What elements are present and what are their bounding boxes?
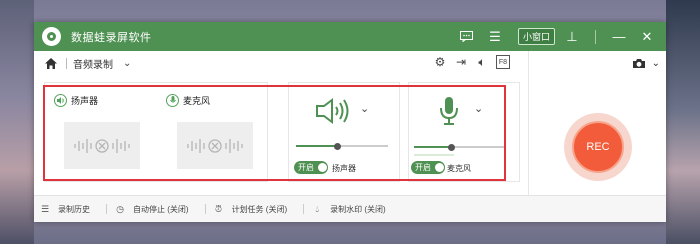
speaker-tool-icon[interactable]: 🔈︎ — [475, 55, 489, 69]
tool-icons: ⚙ ⇥ 🔈︎ F8 — [433, 55, 510, 69]
hotkey-box-icon[interactable]: F8 — [496, 55, 510, 69]
scheduled-task-label: 计划任务 (关闭) — [231, 204, 288, 214]
pin-icon[interactable]: ⊥ — [561, 27, 583, 47]
status-divider — [303, 204, 305, 214]
mic-small-icon — [166, 94, 179, 107]
mic-toggle[interactable]: 开启 — [411, 161, 445, 174]
auto-stop-label: 自动停止 (关闭) — [133, 204, 189, 214]
camera-chevron-icon[interactable]: ⌄ — [652, 58, 660, 69]
title-bar: 数据蛙录屏软件 ☰ 小窗口 ⊥ — ✕ — [34, 22, 666, 51]
alarm-clock-icon: ⏰︎ — [215, 203, 223, 214]
desktop-background-left — [0, 0, 34, 244]
toggle-knob — [318, 163, 327, 172]
mic-level-meter — [414, 154, 454, 156]
speaker-toggle-label: 开启 — [298, 163, 314, 172]
mic-toggle-caption: 麦克风 — [447, 164, 471, 173]
status-divider — [204, 204, 206, 214]
clock-icon: ◷ — [116, 203, 124, 214]
speaker-volume-fill — [296, 145, 338, 147]
speaker-device[interactable]: 扬声器 — [54, 94, 98, 107]
export-icon[interactable]: ⇥ — [454, 55, 468, 69]
mic-device-label: 麦克风 — [183, 96, 211, 106]
feedback-icon[interactable] — [456, 27, 478, 47]
status-bar: ☰ 录制历史 ◷ 自动停止 (关闭) ⏰︎ 计划任务 (关闭) 💧︎ 录制水印 … — [34, 195, 666, 222]
microphone-large-icon[interactable] — [438, 96, 460, 126]
settings-icon[interactable]: ⚙ — [433, 55, 447, 69]
speaker-toggle[interactable]: 开启 — [294, 161, 328, 174]
mic-waveform-placeholder — [177, 122, 253, 169]
speaker-large-icon[interactable] — [315, 98, 349, 124]
speaker-small-icon — [54, 94, 67, 107]
scheduled-task[interactable]: ⏰︎ 计划任务 (关闭) — [214, 203, 288, 215]
mic-device[interactable]: 麦克风 — [166, 94, 210, 107]
auto-stop[interactable]: ◷ 自动停止 (关闭) — [115, 204, 189, 215]
list-icon: ☰ — [40, 203, 50, 214]
recording-history[interactable]: ☰ 录制历史 — [40, 204, 90, 215]
camera-control[interactable]: ⌄ — [632, 58, 660, 69]
close-icon[interactable]: ✕ — [636, 27, 658, 47]
menu-icon[interactable]: ☰ — [484, 27, 506, 47]
speaker-device-label: 扬声器 — [71, 96, 99, 106]
speaker-waveform-placeholder — [64, 122, 140, 169]
home-icon[interactable] — [44, 57, 58, 70]
toggle-knob — [435, 163, 444, 172]
mic-toggle-label: 开启 — [415, 163, 431, 172]
app-window: 数据蛙录屏软件 ☰ 小窗口 ⊥ — ✕ 音频录制 ⌄ ⚙ ⇥ 🔈︎ F8 扬声器… — [34, 22, 666, 222]
record-button[interactable]: REC — [564, 113, 632, 181]
mini-window-button[interactable]: 小窗口 — [517, 28, 555, 45]
watermark-drop-icon: 💧︎ — [315, 203, 319, 214]
speaker-options-chevron-icon[interactable]: ⌄ — [360, 102, 369, 115]
recording-history-label: 录制历史 — [58, 204, 90, 214]
titlebar-divider — [595, 29, 596, 44]
mode-toolbar: 音频录制 ⌄ ⚙ ⇥ 🔈︎ F8 — [34, 51, 524, 75]
waveform-disabled-icon — [187, 138, 243, 153]
desktop-background-right — [666, 0, 700, 244]
mode-selector-label[interactable]: 音频录制 — [73, 56, 113, 71]
watermark[interactable]: 💧︎ 录制水印 (关闭) — [312, 203, 386, 215]
mic-volume-fill — [414, 146, 451, 148]
mic-volume-knob[interactable] — [447, 144, 455, 151]
app-title: 数据蛙录屏软件 — [71, 31, 152, 44]
watermark-label: 录制水印 (关闭) — [330, 204, 386, 214]
speaker-toggle-caption: 扬声器 — [332, 164, 356, 173]
record-area: ⌄ REC — [528, 51, 666, 207]
camera-icon[interactable] — [632, 58, 646, 69]
app-logo-icon — [42, 27, 61, 46]
minimize-icon[interactable]: — — [608, 27, 630, 47]
toolbar-divider — [66, 57, 67, 69]
chevron-down-icon[interactable]: ⌄ — [123, 58, 131, 69]
record-button-label: REC — [572, 121, 624, 173]
status-divider — [106, 204, 107, 214]
waveform-disabled-icon — [74, 138, 130, 153]
mic-options-chevron-icon[interactable]: ⌄ — [474, 102, 483, 115]
